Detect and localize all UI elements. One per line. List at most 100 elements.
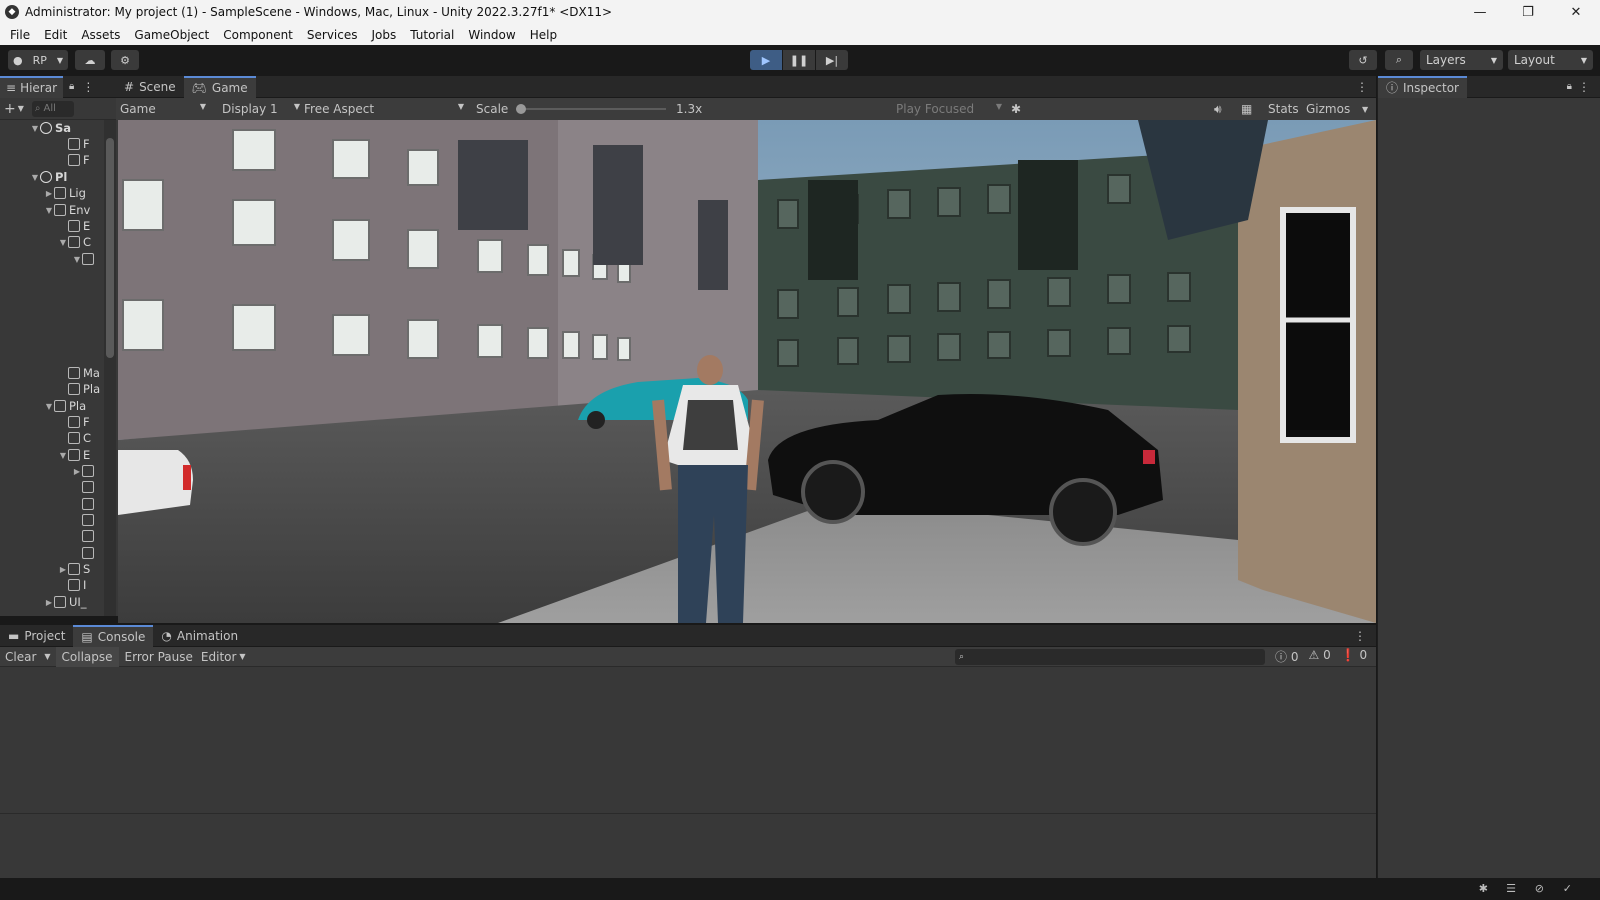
warning-filter[interactable]: ⚠ 0 (1308, 648, 1330, 665)
hierarchy-row[interactable]: E (58, 218, 90, 234)
restore-button[interactable]: ❐ (1504, 0, 1552, 24)
network-icon[interactable]: ⊘ (1535, 882, 1544, 895)
expand-arrow-icon[interactable]: ▼ (30, 124, 40, 133)
pause-button[interactable]: ❚❚ (783, 50, 815, 70)
more-options-icon[interactable]: ⋮ (1356, 80, 1368, 94)
hierarchy-search-input[interactable]: ⌕ All (31, 100, 74, 117)
history-button[interactable]: ↺ (1349, 50, 1377, 70)
hierarchy-row[interactable]: C (58, 430, 91, 446)
check-icon[interactable]: ✓ (1563, 882, 1572, 895)
clear-button[interactable]: Clear ▼ (0, 650, 56, 664)
tab-console[interactable]: ▤ Console (73, 624, 154, 647)
hierarchy-row[interactable]: ▼ E (58, 447, 90, 463)
debug-icon[interactable]: ✱ (1479, 882, 1488, 895)
error-pause-toggle[interactable]: Error Pause (119, 650, 199, 664)
error-filter[interactable]: ❗ 0 (1341, 648, 1367, 665)
hierarchy-row[interactable] (72, 528, 97, 544)
hierarchy-row[interactable]: ▼ Env (44, 202, 90, 218)
chevron-down-icon[interactable]: ▼ (1362, 105, 1368, 114)
collab-button[interactable]: ⚙ (111, 50, 139, 70)
display-dropdown[interactable]: Display 1 ▼ (222, 102, 300, 116)
hierarchy-row[interactable]: Ma (58, 365, 100, 381)
hierarchy-scrollbar[interactable] (104, 120, 116, 616)
layers-icon[interactable]: ☰ (1506, 882, 1516, 895)
hierarchy-row[interactable]: ▼ Pla (44, 398, 86, 414)
editor-dropdown[interactable]: Editor ▼ (199, 650, 248, 664)
scale-slider[interactable] (516, 104, 666, 114)
menu-assets[interactable]: Assets (74, 28, 127, 42)
layers-dropdown[interactable]: Layers ▼ (1420, 50, 1503, 70)
step-button[interactable]: ▶| (816, 50, 848, 70)
collapse-arrow-icon[interactable]: ▶ (72, 467, 82, 476)
menu-jobs[interactable]: Jobs (365, 28, 404, 42)
hierarchy-row[interactable]: I (58, 577, 86, 593)
tab-project[interactable]: ▬ Project (0, 625, 73, 647)
menu-tutorial[interactable]: Tutorial (403, 28, 461, 42)
hierarchy-row[interactable]: ▶ (72, 463, 97, 479)
hierarchy-row[interactable]: Pla (58, 381, 100, 397)
more-options-icon[interactable]: ⋮ (82, 80, 94, 94)
more-options-icon[interactable]: ⋮ (1578, 80, 1590, 94)
hierarchy-row[interactable] (72, 512, 97, 528)
search-button[interactable]: ⌕ (1385, 50, 1413, 70)
gizmos-button[interactable]: Gizmos (1306, 102, 1350, 116)
console-search-input[interactable]: ⌕ (955, 649, 1265, 665)
hierarchy-row[interactable]: F (58, 136, 90, 152)
menu-gameobject[interactable]: GameObject (127, 28, 216, 42)
layout-dropdown[interactable]: Layout ▼ (1508, 50, 1593, 70)
tab-hierarchy[interactable]: ≡ Hierar (0, 75, 64, 98)
bug-icon[interactable]: ✱ (1011, 102, 1021, 116)
hierarchy-row[interactable] (72, 479, 97, 495)
hierarchy-row[interactable]: F (58, 152, 90, 168)
tab-scene[interactable]: # Scene (116, 76, 184, 98)
menu-edit[interactable]: Edit (37, 28, 74, 42)
hierarchy-row[interactable]: ▶ S (58, 561, 90, 577)
hierarchy-row[interactable]: ▼ Pl (30, 169, 67, 185)
minimize-button[interactable]: — (1456, 0, 1504, 24)
expand-arrow-icon[interactable]: ▼ (72, 255, 82, 264)
collapse-arrow-icon[interactable]: ▶ (44, 189, 54, 198)
lock-icon[interactable]: 🔒︎ (69, 81, 74, 92)
chevron-down-icon[interactable]: ▼ (18, 104, 24, 113)
hierarchy-row[interactable]: ▶ UI_ (44, 594, 87, 610)
scale-slider-thumb[interactable] (516, 104, 526, 114)
lock-icon[interactable]: 🔒︎ (1567, 81, 1572, 92)
expand-arrow-icon[interactable]: ▼ (30, 173, 40, 182)
menu-help[interactable]: Help (523, 28, 564, 42)
hierarchy-row[interactable] (72, 496, 97, 512)
log-filter[interactable]: ⓘ 0 (1275, 648, 1298, 665)
tab-inspector[interactable]: ⓘ Inspector (1378, 75, 1467, 98)
hierarchy-row[interactable]: F (58, 414, 90, 430)
view-mode-dropdown[interactable]: Game ▼ (120, 102, 206, 116)
menu-services[interactable]: Services (300, 28, 365, 42)
hierarchy-row[interactable]: ▶ Lig (44, 185, 86, 201)
menu-file[interactable]: File (3, 28, 37, 42)
collapse-arrow-icon[interactable]: ▶ (44, 598, 54, 607)
expand-arrow-icon[interactable]: ▼ (58, 238, 68, 247)
expand-arrow-icon[interactable]: ▼ (44, 206, 54, 215)
add-icon[interactable]: + (4, 101, 16, 117)
play-button[interactable]: ▶ (750, 50, 782, 70)
tab-game[interactable]: 🎮︎ Game (183, 75, 256, 98)
tab-animation[interactable]: ◔ Animation (153, 625, 246, 647)
audio-icon[interactable]: 🔊︎ (1214, 102, 1222, 117)
stats-button[interactable]: Stats (1268, 102, 1299, 116)
expand-arrow-icon[interactable]: ▼ (44, 402, 54, 411)
hierarchy-row[interactable] (72, 545, 97, 561)
scrollbar-thumb[interactable] (106, 138, 114, 358)
game-viewport[interactable] (118, 120, 1376, 623)
cloud-button[interactable]: ☁ (75, 50, 105, 70)
expand-arrow-icon[interactable]: ▼ (58, 451, 68, 460)
hierarchy-row[interactable]: ▼ C (58, 234, 91, 250)
close-button[interactable]: ✕ (1552, 0, 1600, 24)
hierarchy-row[interactable]: ▼ (72, 251, 97, 267)
menu-window[interactable]: Window (461, 28, 522, 42)
more-options-icon[interactable]: ⋮ (1354, 629, 1366, 643)
grid-icon[interactable]: ▦ (1241, 102, 1252, 116)
collapse-arrow-icon[interactable]: ▶ (58, 565, 68, 574)
hierarchy-row[interactable]: ▼ Sa (30, 120, 71, 136)
aspect-dropdown[interactable]: Free Aspect ▼ (304, 102, 464, 116)
menu-component[interactable]: Component (216, 28, 300, 42)
account-dropdown[interactable]: ● RP ▼ (8, 50, 68, 70)
collapse-toggle[interactable]: Collapse (55, 646, 119, 667)
